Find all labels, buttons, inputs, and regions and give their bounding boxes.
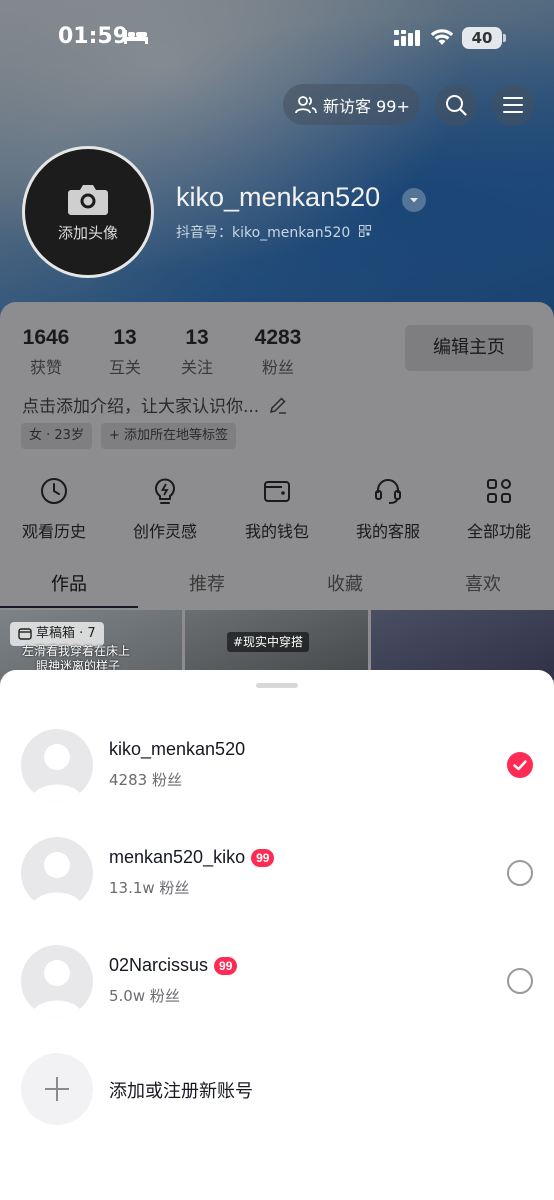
sleep-bed-icon — [124, 30, 148, 44]
stat-label: 关注 — [180, 358, 213, 377]
account-row[interactable]: menkan520_kiko 99 13.1w 粉丝 — [0, 837, 554, 927]
default-avatar-icon — [31, 744, 83, 801]
notification-badge: 99 — [251, 848, 275, 867]
menu-button[interactable] — [492, 84, 534, 126]
add-avatar-label: 添加头像 — [57, 223, 118, 242]
avatar — [21, 729, 93, 801]
stat-label: 粉丝 — [261, 358, 294, 377]
sheet-drag-handle[interactable] — [256, 683, 298, 688]
account-name: menkan520_kiko 99 — [109, 847, 275, 868]
intro-text: 点击添加介绍，让大家认识你... — [22, 397, 260, 417]
account-followers: 13.1w 粉丝 — [109, 879, 190, 897]
hashtag-label: #现实中穿搭 — [227, 632, 310, 652]
func-all-features[interactable]: 全部功能 — [454, 476, 544, 542]
tab-works[interactable]: 作品 — [0, 570, 138, 596]
cellular-signal-icon — [394, 30, 420, 46]
unselected-radio[interactable] — [507, 860, 533, 886]
tab-favorites[interactable]: 收藏 — [276, 570, 414, 596]
account-name-text: kiko_menkan520 — [109, 739, 246, 759]
func-label: 我的钱包 — [244, 522, 309, 541]
drafts-box-icon — [18, 628, 32, 640]
pencil-icon — [269, 397, 286, 414]
account-row[interactable]: kiko_menkan520 4283 粉丝 — [0, 729, 554, 819]
account-followers: 5.0w 粉丝 — [109, 987, 180, 1005]
account-name: kiko_menkan520 — [109, 739, 245, 760]
stat-label: 互关 — [108, 358, 141, 377]
func-label: 全部功能 — [466, 522, 531, 541]
func-label: 我的客服 — [355, 522, 420, 541]
tab-likes[interactable]: 喜欢 — [414, 570, 552, 596]
func-my-wallet[interactable]: 我的钱包 — [232, 476, 322, 542]
drafts-label: 草稿箱 · 7 — [10, 622, 104, 646]
account-switcher-sheet: kiko_menkan520 4283 粉丝 menkan520_kiko 99… — [0, 670, 554, 1200]
add-intro[interactable]: 点击添加介绍，让大家认识你... — [22, 392, 287, 417]
new-visitors-label: 新访客 99+ — [323, 96, 410, 116]
search-icon — [446, 95, 467, 116]
selected-radio[interactable] — [507, 752, 533, 778]
default-avatar-icon — [31, 960, 83, 1017]
default-avatar-icon — [31, 852, 83, 909]
douyin-id-text: 抖音号：kiko_menkan520 — [176, 225, 351, 241]
add-location-tag[interactable]: + 添加所在地等标签 — [101, 423, 237, 449]
gender-age-tag[interactable]: 女 · 23岁 — [21, 423, 92, 449]
headset-icon — [375, 479, 401, 504]
plus-icon — [45, 1077, 69, 1101]
func-label: 观看历史 — [21, 522, 86, 541]
stat-following[interactable]: 13 关注 — [173, 326, 221, 378]
func-customer-service[interactable]: 我的客服 — [343, 476, 433, 542]
func-watch-history[interactable]: 观看历史 — [9, 476, 99, 542]
add-account-row[interactable]: 添加或注册新账号 — [0, 1053, 554, 1133]
func-label: 创作灵感 — [132, 522, 197, 541]
douyin-id[interactable]: 抖音号：kiko_menkan520 — [176, 222, 371, 242]
stat-mutual[interactable]: 13 互关 — [101, 326, 149, 378]
account-name-text: 02Narcissus — [109, 955, 209, 975]
wallet-icon — [264, 481, 290, 502]
apps-grid-icon — [487, 479, 511, 503]
stat-followers[interactable]: 4283 粉丝 — [248, 326, 308, 378]
battery-tip — [503, 34, 506, 42]
edit-profile-button[interactable]: 编辑主页 — [405, 325, 533, 371]
account-name-text: menkan520_kiko — [109, 847, 246, 867]
stat-value: 13 — [113, 326, 137, 349]
camera-icon — [68, 184, 108, 215]
add-account-label: 添加或注册新账号 — [109, 1081, 253, 1102]
add-account-button[interactable] — [21, 1053, 93, 1125]
avatar — [21, 945, 93, 1017]
chevron-down-icon — [410, 198, 418, 203]
notification-badge: 99 — [214, 956, 238, 975]
stat-value: 4283 — [254, 326, 302, 349]
stat-value: 13 — [185, 326, 209, 349]
account-row[interactable]: 02Narcissus 99 5.0w 粉丝 — [0, 945, 554, 1035]
new-visitors-button[interactable]: 新访客 99+ — [283, 84, 420, 125]
avatar — [21, 837, 93, 909]
wifi-icon — [430, 29, 454, 45]
unselected-radio[interactable] — [507, 968, 533, 994]
status-bar: 01:59 40 — [0, 22, 554, 56]
drafts-text: 草稿箱 · 7 — [36, 626, 96, 641]
battery-indicator: 40 — [462, 27, 502, 49]
lightbulb-icon — [155, 478, 175, 504]
add-avatar-button[interactable]: 添加头像 — [22, 146, 154, 278]
stat-label: 获赞 — [29, 358, 62, 377]
active-tab-indicator — [0, 606, 138, 608]
clock-icon — [41, 478, 67, 504]
caption-line: 左滑看我穿着在床上 — [22, 644, 131, 658]
func-creative-inspiration[interactable]: 创作灵感 — [120, 476, 210, 542]
account-followers: 4283 粉丝 — [109, 771, 182, 789]
search-button[interactable] — [435, 84, 477, 126]
account-name: 02Narcissus 99 — [109, 955, 238, 976]
stat-likes[interactable]: 1646 获赞 — [18, 326, 74, 378]
stat-value: 1646 — [22, 326, 70, 349]
people-icon — [295, 95, 317, 113]
status-time: 01:59 — [58, 24, 129, 49]
tab-recommend[interactable]: 推荐 — [138, 570, 276, 596]
hamburger-menu-icon — [503, 97, 523, 113]
switch-account-chevron[interactable] — [402, 188, 426, 212]
profile-username[interactable]: kiko_menkan520 — [176, 182, 380, 213]
checkmark-icon — [513, 760, 527, 771]
qr-code-icon — [358, 225, 371, 237]
